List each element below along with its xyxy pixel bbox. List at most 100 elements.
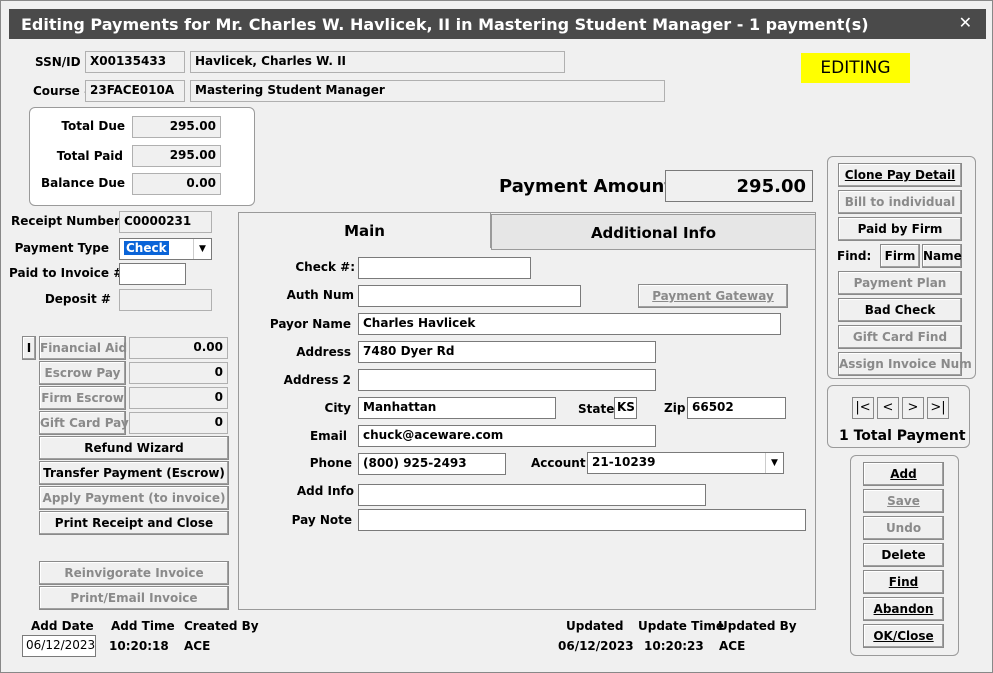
bill-individual-button[interactable]: Bill to individual bbox=[838, 190, 962, 214]
check-field[interactable] bbox=[358, 257, 531, 279]
updated-by-label: Updated By bbox=[718, 619, 797, 633]
abandon-label: Abandon bbox=[873, 602, 934, 616]
find-firm-button[interactable]: Firm bbox=[880, 244, 920, 268]
course-name-field[interactable]: Mastering Student Manager bbox=[190, 80, 665, 102]
chevron-down-icon[interactable]: ▼ bbox=[765, 453, 783, 473]
state-field[interactable]: KS bbox=[614, 397, 637, 419]
deposit-label: Deposit # bbox=[44, 292, 111, 306]
payment-amount-label: Payment Amount bbox=[499, 176, 673, 197]
add-date-label: Add Date bbox=[31, 619, 94, 633]
delete-button[interactable]: Delete bbox=[863, 543, 944, 567]
paid-invoice-field[interactable] bbox=[119, 263, 186, 285]
add-button[interactable]: Add bbox=[863, 462, 944, 486]
payor-label: Payor Name bbox=[269, 317, 351, 331]
abandon-button[interactable]: Abandon bbox=[863, 597, 944, 621]
updated-by-value: ACE bbox=[719, 639, 746, 653]
account-label: Account bbox=[531, 456, 586, 470]
total-due-label: Total Due bbox=[61, 119, 125, 133]
tab-additional-info[interactable]: Additional Info bbox=[491, 214, 816, 250]
status-badge: EDITING bbox=[801, 53, 910, 83]
firm-escrow-button[interactable]: Firm Escrow bbox=[39, 386, 126, 410]
phone-label: Phone bbox=[309, 456, 352, 470]
close-icon[interactable]: ✕ bbox=[959, 13, 972, 32]
chevron-down-icon[interactable]: ▼ bbox=[193, 239, 211, 259]
print-email-invoice-button[interactable]: Print/Email Invoice bbox=[39, 586, 229, 610]
email-field[interactable]: chuck@aceware.com bbox=[358, 425, 656, 447]
check-label: Check #: bbox=[295, 260, 355, 274]
add-info-field[interactable] bbox=[358, 484, 706, 506]
payment-plan-button[interactable]: Payment Plan bbox=[838, 271, 962, 295]
receipt-label: Receipt Number bbox=[11, 214, 120, 228]
deposit-field[interactable] bbox=[119, 289, 212, 311]
add-info-label: Add Info bbox=[296, 484, 354, 498]
escrow-pay-button[interactable]: Escrow Pay bbox=[39, 361, 126, 385]
city-label: City bbox=[324, 401, 351, 415]
reinvigorate-invoice-button[interactable]: Reinvigorate Invoice bbox=[39, 561, 229, 585]
payment-amount-field[interactable]: 295.00 bbox=[665, 170, 813, 202]
gift-card-pay-button[interactable]: Gift Card Pay bbox=[39, 411, 129, 435]
pay-note-label: Pay Note bbox=[291, 513, 352, 527]
payor-field[interactable]: Charles Havlicek bbox=[358, 313, 781, 335]
total-due-field: 295.00 bbox=[132, 116, 221, 138]
ok-close-label: OK/Close bbox=[873, 629, 934, 643]
refund-wizard-button[interactable]: Refund Wizard bbox=[39, 436, 229, 460]
update-time-label: Update Time bbox=[638, 619, 725, 633]
clone-pay-detail-button[interactable]: Clone Pay Detail bbox=[838, 163, 962, 187]
email-label: Email bbox=[309, 429, 347, 443]
ssn-label: SSN/ID bbox=[35, 55, 81, 69]
firm-escrow-field: 0 bbox=[129, 387, 228, 409]
total-paid-field: 295.00 bbox=[132, 145, 221, 167]
tab-main[interactable]: Main bbox=[238, 212, 491, 248]
balance-due-field: 0.00 bbox=[132, 173, 221, 195]
phone-field[interactable]: (800) 925-2493 bbox=[358, 453, 506, 475]
address2-field[interactable] bbox=[358, 369, 656, 391]
prev-record-button[interactable]: < bbox=[877, 397, 899, 419]
payment-type-label: Payment Type bbox=[14, 241, 109, 255]
clone-label: Clone Pay Detail bbox=[844, 168, 956, 182]
zip-label: Zip bbox=[664, 401, 686, 415]
account-value: 21-10239 bbox=[592, 455, 656, 469]
receipt-field[interactable]: C0000231 bbox=[119, 211, 212, 233]
info-button[interactable]: I bbox=[22, 336, 36, 360]
bad-check-button[interactable]: Bad Check bbox=[838, 298, 962, 322]
gift-card-find-button[interactable]: Gift Card Find bbox=[838, 325, 962, 349]
find-name-button[interactable]: Name bbox=[922, 244, 962, 268]
apply-payment-button[interactable]: Apply Payment (to invoice) bbox=[39, 486, 229, 510]
payment-type-select[interactable]: Check ▼ bbox=[119, 238, 212, 260]
assign-invoice-button[interactable]: Assign Invoice Num bbox=[838, 352, 972, 376]
next-record-button[interactable]: > bbox=[902, 397, 924, 419]
transfer-payment-button[interactable]: Transfer Payment (Escrow) bbox=[39, 461, 229, 485]
payment-gateway-button[interactable]: Payment Gateway bbox=[638, 284, 788, 308]
first-record-button[interactable]: |< bbox=[852, 397, 874, 419]
undo-button[interactable]: Undo bbox=[863, 516, 944, 540]
address-label: Address bbox=[296, 345, 351, 359]
add-time-value: 10:20:18 bbox=[109, 639, 169, 653]
gift-card-pay-field: 0 bbox=[129, 412, 228, 434]
add-date-field[interactable]: 06/12/2023 bbox=[22, 635, 96, 657]
created-by-label: Created By bbox=[184, 619, 259, 633]
created-by-value: ACE bbox=[184, 639, 211, 653]
address-field[interactable]: 7480 Dyer Rd bbox=[358, 341, 656, 363]
print-receipt-button[interactable]: Print Receipt and Close bbox=[39, 511, 229, 535]
add-time-label: Add Time bbox=[111, 619, 175, 633]
ok-close-button[interactable]: OK/Close bbox=[863, 624, 944, 648]
save-button[interactable]: Save bbox=[863, 489, 944, 513]
financial-aid-button[interactable]: Financial Aid bbox=[39, 336, 127, 360]
paid-by-firm-button[interactable]: Paid by Firm bbox=[838, 217, 962, 241]
address2-label: Address 2 bbox=[283, 373, 351, 387]
pay-note-field[interactable] bbox=[358, 509, 806, 531]
state-label: State bbox=[578, 402, 615, 416]
find-button[interactable]: Find bbox=[863, 570, 944, 594]
ssn-field[interactable]: X00135433 bbox=[85, 51, 185, 73]
total-paid-label: Total Paid bbox=[56, 149, 123, 163]
city-field[interactable]: Manhattan bbox=[358, 397, 556, 419]
auth-field[interactable] bbox=[358, 285, 581, 307]
account-select[interactable]: 21-10239 ▼ bbox=[587, 452, 784, 474]
student-name-field[interactable]: Havlicek, Charles W. II bbox=[190, 51, 565, 73]
course-field[interactable]: 23FACE010A bbox=[85, 80, 185, 102]
zip-field[interactable]: 66502 bbox=[687, 397, 786, 419]
window-title: Editing Payments for Mr. Charles W. Havl… bbox=[21, 15, 869, 34]
total-payment-count: 1 Total Payment bbox=[839, 428, 966, 444]
last-record-button[interactable]: >| bbox=[927, 397, 949, 419]
title-bar: Editing Payments for Mr. Charles W. Havl… bbox=[9, 9, 986, 39]
